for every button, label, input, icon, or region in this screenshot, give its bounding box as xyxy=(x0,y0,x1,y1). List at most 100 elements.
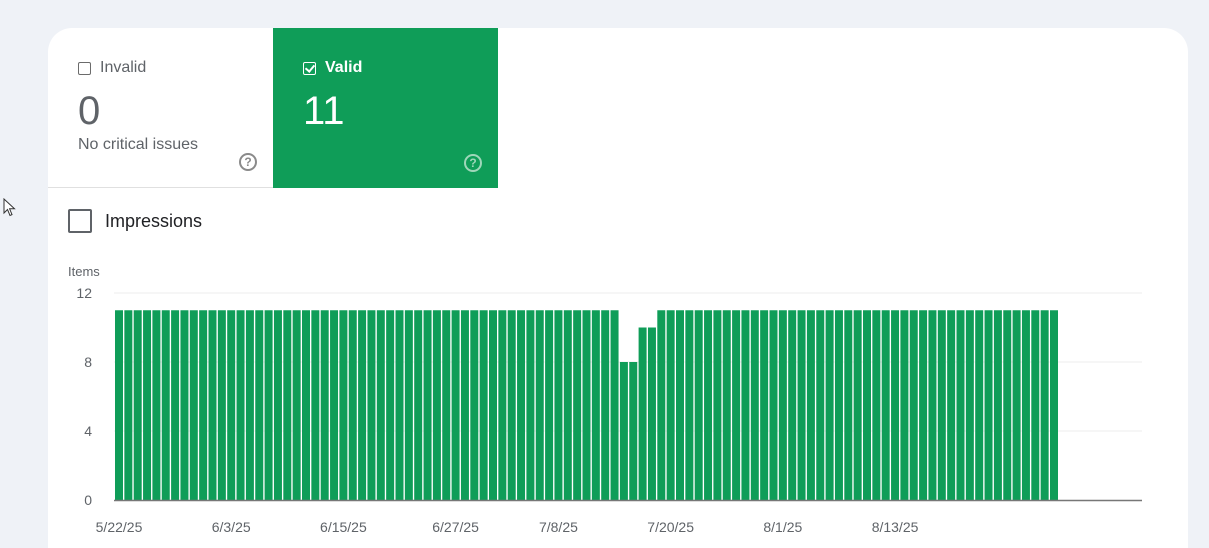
chart-bar xyxy=(171,310,180,500)
chart-bar xyxy=(535,310,544,500)
chart-bar xyxy=(273,310,282,500)
chart-bar xyxy=(236,310,245,500)
chart-bar xyxy=(330,310,339,500)
y-tick-label: 4 xyxy=(84,423,92,439)
valid-count: 11 xyxy=(303,89,345,133)
chart-bar xyxy=(161,310,170,500)
chart-bar xyxy=(619,362,628,500)
chart-bar xyxy=(143,310,152,500)
chart-bar xyxy=(199,310,208,500)
chart-bar xyxy=(984,310,993,500)
chart-bar xyxy=(806,310,815,500)
y-axis-label: Items xyxy=(68,264,100,279)
chart-bar xyxy=(778,310,787,500)
invalid-tile[interactable]: Invalid 0 No critical issues ? xyxy=(48,28,273,188)
valid-tile[interactable]: Valid 11 ? xyxy=(273,28,498,188)
chart-bar xyxy=(638,327,647,500)
chart-bar xyxy=(788,310,797,500)
chart-bar xyxy=(872,310,881,500)
chart-bar xyxy=(442,310,451,500)
chart-bar xyxy=(629,362,638,500)
chart-bar xyxy=(311,310,320,500)
chart-bar xyxy=(834,310,843,500)
chart-bar xyxy=(414,310,423,500)
chart-bar xyxy=(339,310,348,500)
help-circle-icon[interactable]: ? xyxy=(464,154,482,172)
chart-bar xyxy=(965,310,974,500)
chart-bar xyxy=(909,310,918,500)
help-circle-icon[interactable]: ? xyxy=(239,153,257,171)
invalid-label: Invalid xyxy=(100,59,147,76)
chart-bar xyxy=(554,310,563,500)
chart-bar xyxy=(900,310,909,500)
chart-bar xyxy=(180,310,189,500)
chart-bar xyxy=(479,310,488,500)
chart-bar xyxy=(152,310,161,500)
invalid-checkbox[interactable] xyxy=(78,61,91,75)
chart-bar xyxy=(685,310,694,500)
chart-bar xyxy=(124,310,133,500)
index-status-card: Invalid 0 No critical issues ? Valid 11 … xyxy=(48,28,1188,548)
chart-bar xyxy=(732,310,741,500)
chart-bar xyxy=(863,310,871,500)
chart-bar xyxy=(1021,310,1030,500)
chart-bar xyxy=(956,310,965,500)
chart-bar xyxy=(302,310,310,500)
chart-bar xyxy=(891,310,900,500)
chart-bar xyxy=(517,310,526,500)
chart-bar xyxy=(208,310,217,500)
chart-bar xyxy=(470,310,479,500)
chart-bar xyxy=(545,310,554,500)
chart-bar xyxy=(498,310,507,500)
valid-checkbox[interactable] xyxy=(303,61,316,75)
chart-bar xyxy=(292,310,301,500)
chart-bar xyxy=(1040,310,1049,500)
impressions-toggle[interactable]: Impressions xyxy=(68,209,202,233)
chart-bar xyxy=(928,310,937,500)
chart-bar xyxy=(937,310,946,500)
chart-bar xyxy=(993,310,1002,500)
chart-bar xyxy=(227,310,236,500)
chart-bar xyxy=(704,310,713,500)
chart-bar xyxy=(722,310,731,500)
y-tick-label: 12 xyxy=(76,285,92,301)
chart-bar xyxy=(947,310,956,500)
chart-bar xyxy=(386,310,395,500)
chart-bar xyxy=(647,327,656,500)
chart-bar xyxy=(601,310,610,500)
impressions-checkbox[interactable] xyxy=(68,209,92,233)
chart-bar xyxy=(853,310,862,500)
chart-bar xyxy=(610,310,619,500)
chart-bar xyxy=(1012,310,1021,500)
chart-bar xyxy=(489,310,497,500)
chart-bar xyxy=(1050,310,1058,500)
chart-bar xyxy=(507,310,516,500)
chart-bar xyxy=(217,310,226,500)
y-tick-label: 0 xyxy=(84,492,92,508)
chart-bar xyxy=(676,310,684,500)
chart-bar xyxy=(423,310,432,500)
chart-bar xyxy=(1003,310,1012,500)
chart-bar xyxy=(919,310,928,500)
chart-bar xyxy=(657,310,666,500)
chart-bar xyxy=(750,310,759,500)
chart-bar xyxy=(825,310,834,500)
chart-bar xyxy=(283,310,292,500)
invalid-subtitle: No critical issues xyxy=(78,136,199,153)
chart-bar xyxy=(582,310,591,500)
chart-bar xyxy=(432,310,441,500)
chart-bar xyxy=(844,310,853,500)
chart-bar xyxy=(591,310,600,500)
chart-bar xyxy=(769,310,778,500)
chart-bar xyxy=(404,310,413,500)
chart-bar xyxy=(1031,310,1040,500)
invalid-tile-header: Invalid xyxy=(78,59,273,77)
chart-bar xyxy=(573,310,582,500)
chart-bar xyxy=(797,310,806,500)
chart-bar xyxy=(133,310,142,500)
chart-bar xyxy=(264,310,273,500)
mouse-pointer-icon xyxy=(3,198,16,217)
chart-bar xyxy=(816,310,825,500)
chart-bar xyxy=(189,310,198,500)
invalid-count: 0 xyxy=(78,89,101,133)
